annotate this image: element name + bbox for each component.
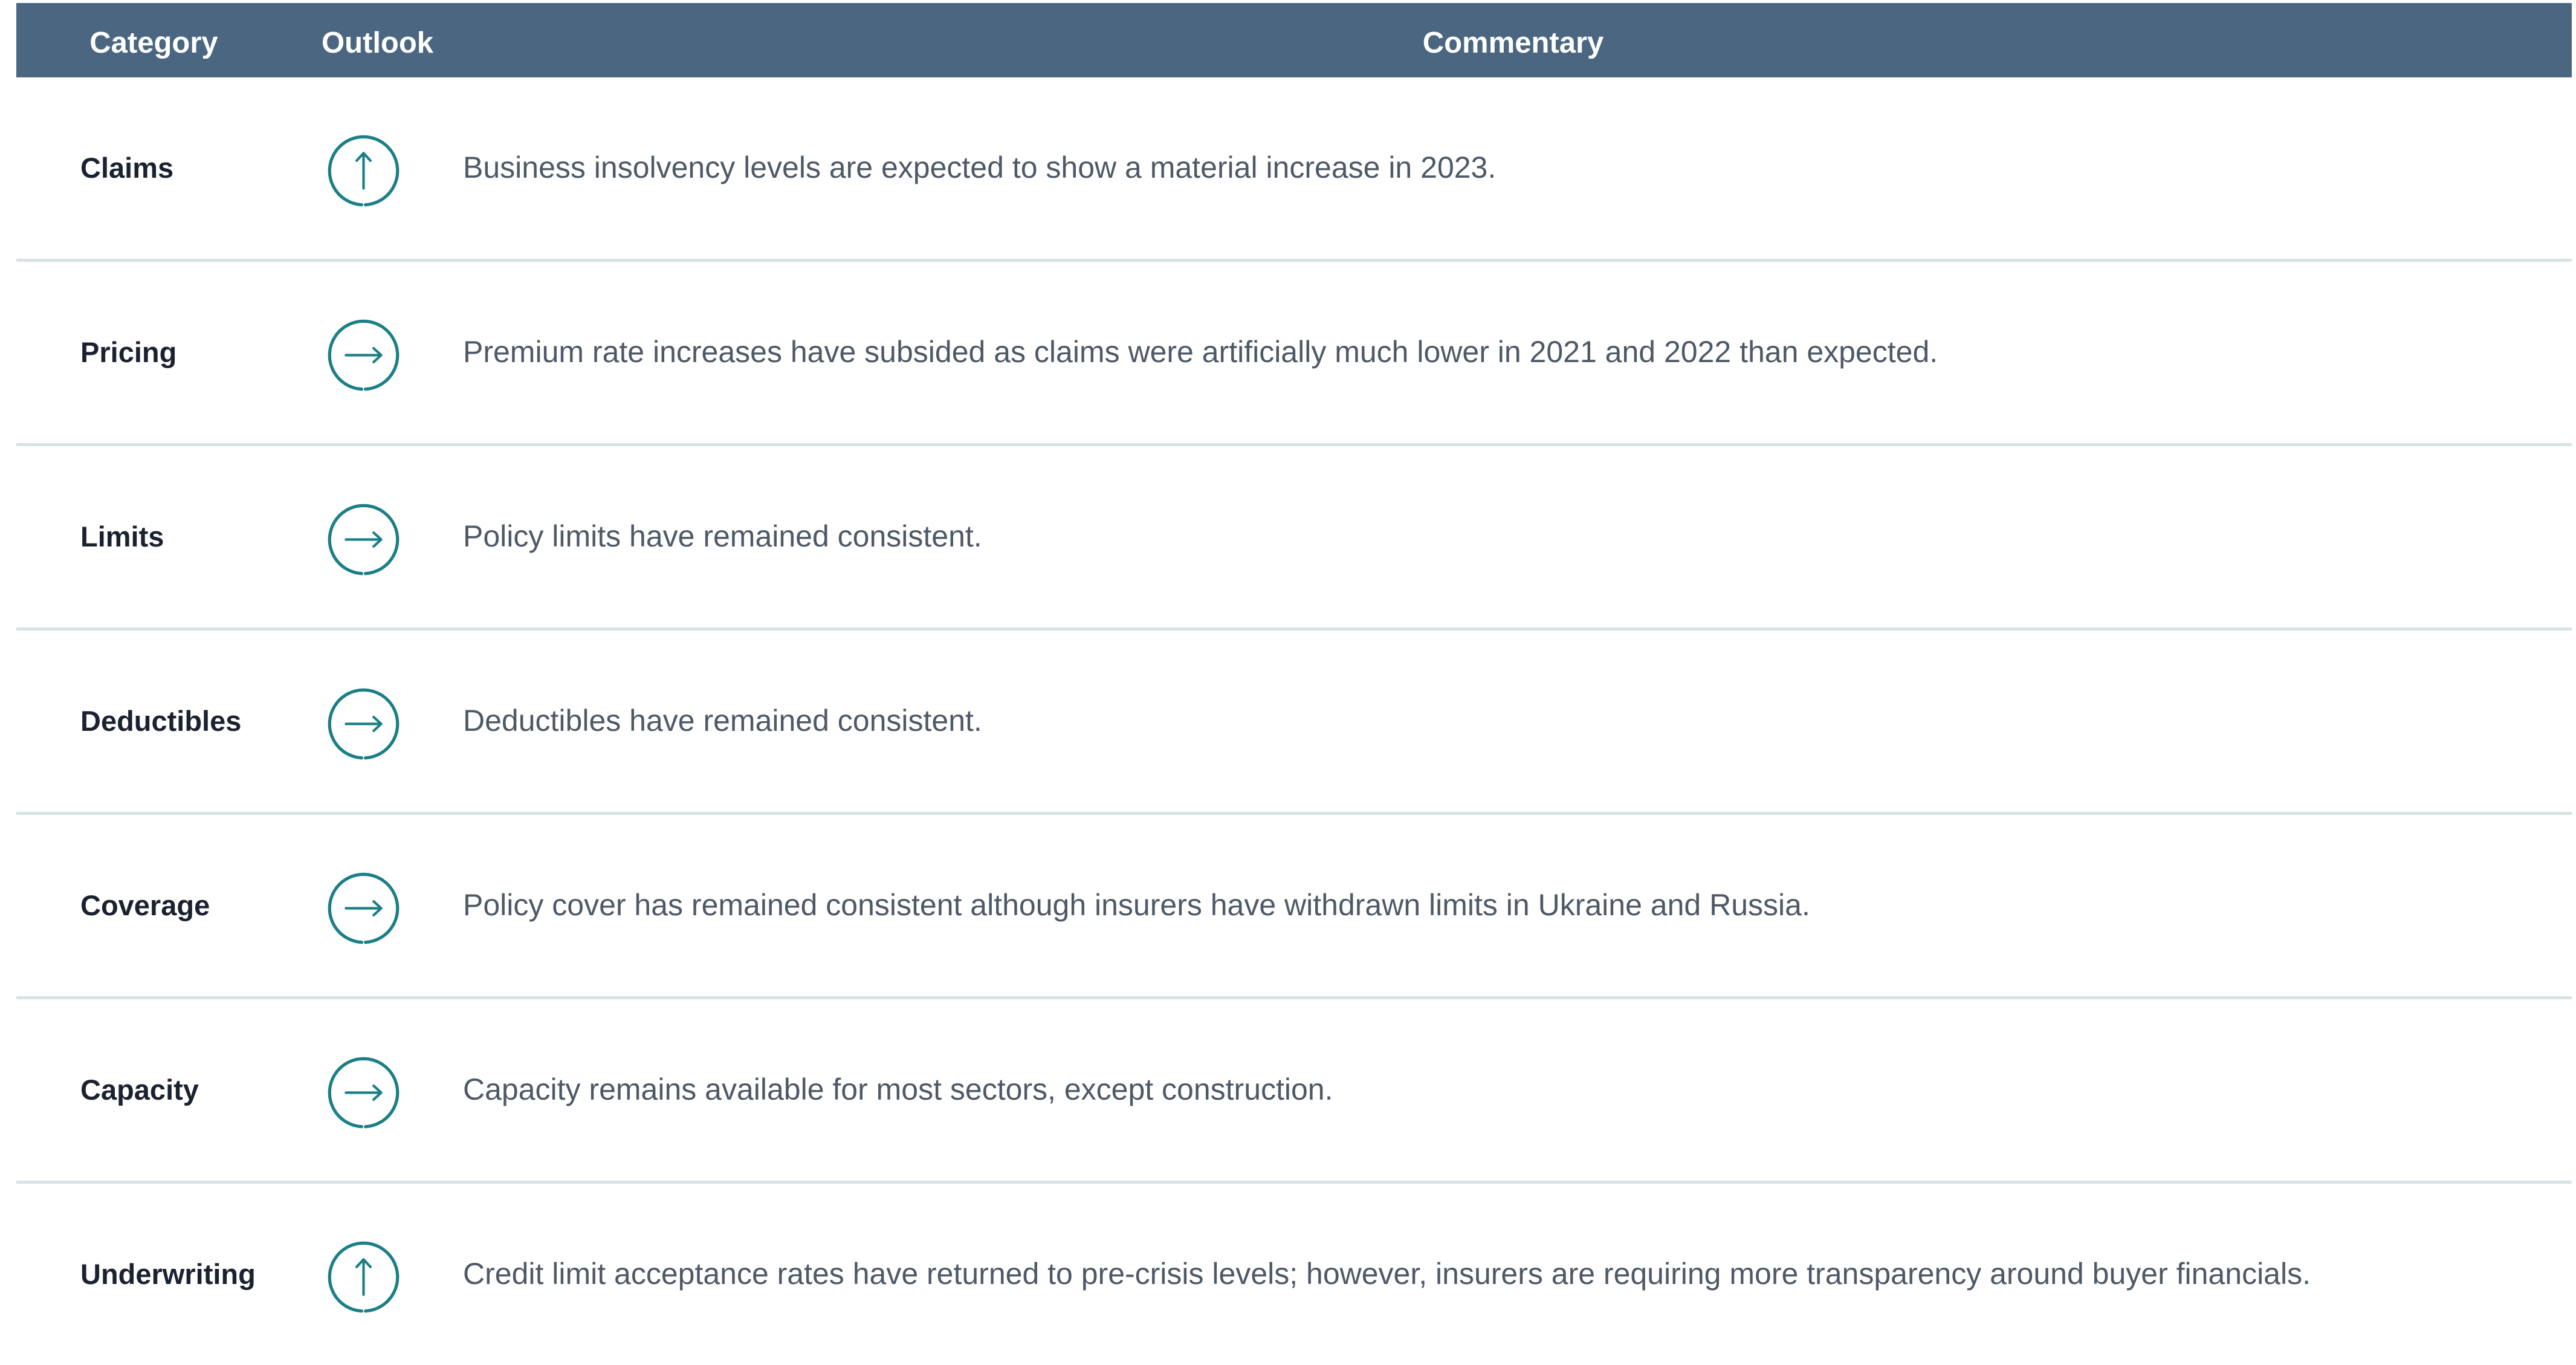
table-row: Deductibles Deductibles have remained co…: [16, 631, 2572, 815]
row-category: Limits: [80, 520, 164, 553]
row-category: Deductibles: [80, 705, 242, 737]
arrow-up-circle-icon: [326, 133, 401, 209]
column-header-commentary: Commentary: [1422, 27, 1604, 59]
arrow-right-circle-icon: [326, 317, 401, 393]
table-row: Underwriting Credit limit acceptance rat…: [16, 1184, 2572, 1353]
table-row: Limits Policy limits have remained consi…: [16, 446, 2572, 631]
row-category: Underwriting: [80, 1258, 256, 1290]
column-header-category: Category: [89, 27, 218, 59]
table-row: Pricing Premium rate increases have subs…: [16, 262, 2572, 446]
outlook-table: Category Outlook Commentary Claims Busin…: [16, 3, 2572, 1353]
row-commentary: Premium rate increases have subsided as …: [463, 335, 1938, 369]
table-header: Category Outlook Commentary: [16, 3, 2572, 77]
arrow-up-circle-icon: [326, 1239, 401, 1315]
arrow-right-circle-icon: [326, 1055, 401, 1130]
arrow-right-circle-icon: [326, 502, 401, 577]
arrow-right-circle-icon: [326, 871, 401, 946]
column-header-outlook: Outlook: [321, 27, 434, 59]
row-commentary: Deductibles have remained consistent.: [463, 704, 982, 738]
table-row: Coverage Policy cover has remained consi…: [16, 815, 2572, 999]
arrow-right-circle-icon: [326, 686, 401, 762]
row-category: Claims: [80, 152, 174, 184]
row-category: Coverage: [80, 889, 210, 921]
row-commentary: Policy cover has remained consistent alt…: [463, 888, 1810, 922]
row-category: Pricing: [80, 336, 177, 368]
row-commentary: Credit limit acceptance rates have retur…: [463, 1257, 2311, 1291]
table-row: Capacity Capacity remains available for …: [16, 999, 2572, 1184]
row-commentary: Capacity remains available for most sect…: [463, 1072, 1333, 1106]
row-commentary: Business insolvency levels are expected …: [463, 151, 1497, 184]
row-commentary: Policy limits have remained consistent.: [463, 519, 982, 553]
table-row: Claims Business insolvency levels are ex…: [16, 77, 2572, 262]
row-category: Capacity: [80, 1074, 199, 1106]
